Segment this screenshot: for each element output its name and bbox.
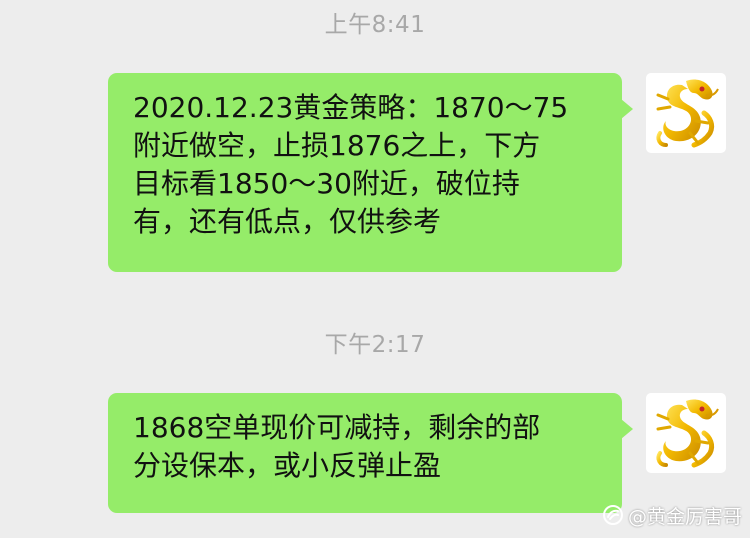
message-bubble[interactable]: 1868空单现价可减持，剩余的部 分设保本，或小反弹止盈 bbox=[108, 393, 633, 513]
message-text-line: 目标看1850～30附近，破位持 bbox=[133, 167, 520, 200]
timestamp: 上午8:41 bbox=[324, 12, 426, 38]
timestamp: 下午2:17 bbox=[324, 332, 426, 358]
platform-logo-icon bbox=[602, 505, 623, 525]
message-text-line: 2020.12.23黄金策略：1870～75 bbox=[133, 91, 569, 124]
watermark-text: @黄金厉害哥 bbox=[627, 505, 742, 528]
golden-dragon-icon bbox=[656, 79, 719, 148]
watermark: @黄金厉害哥 bbox=[602, 502, 742, 528]
message-text-line: 有，还有低点，仅供参考 bbox=[133, 205, 442, 238]
avatar[interactable] bbox=[646, 73, 726, 153]
message-text-line: 分设保本，或小反弹止盈 bbox=[133, 449, 442, 482]
message-text-line: 附近做空，止损1876之上，下方 bbox=[133, 129, 541, 162]
message-bubble[interactable]: 2020.12.23黄金策略：1870～75 附近做空，止损1876之上，下方 … bbox=[108, 73, 633, 272]
avatar[interactable] bbox=[646, 393, 726, 473]
message-text-line: 1868空单现价可减持，剩余的部 bbox=[133, 411, 541, 444]
golden-dragon-icon bbox=[656, 399, 719, 468]
